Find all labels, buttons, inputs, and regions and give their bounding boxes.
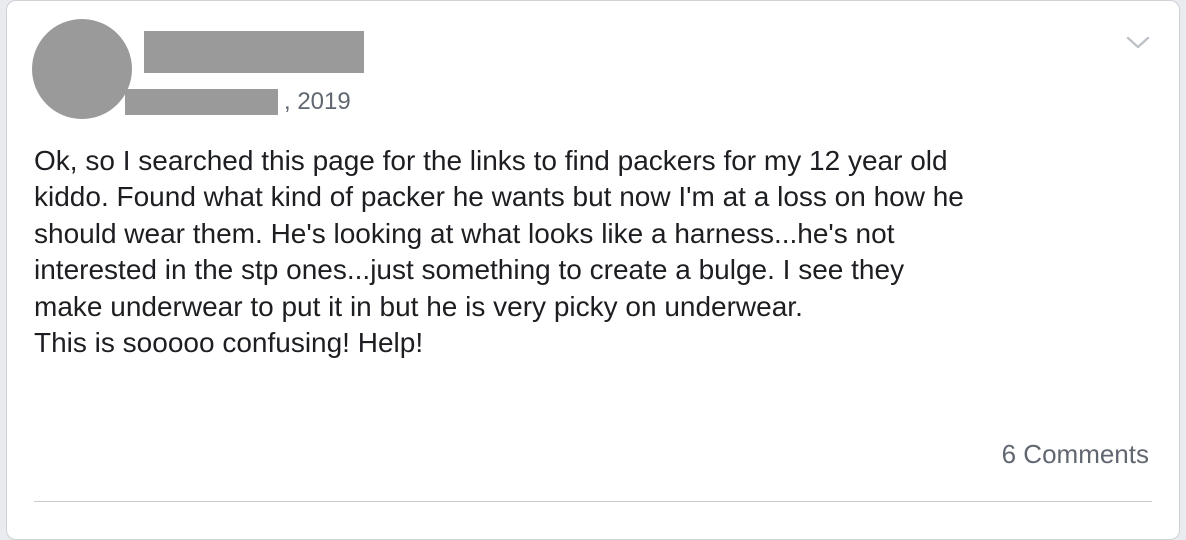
post-card: , 2019 Ok, so I searched this page for t… — [6, 0, 1180, 540]
comments-link[interactable]: 6 Comments — [1002, 439, 1149, 470]
post-text-line: This is sooooo confusing! Help! — [34, 327, 424, 359]
avatar-redacted[interactable] — [32, 19, 132, 119]
post-text-line: interested in the stp ones...just someth… — [34, 254, 905, 286]
chevron-down-icon — [1126, 36, 1150, 49]
date-redacted[interactable] — [125, 89, 278, 115]
divider — [34, 501, 1152, 502]
post-body: Ok, so I searched this page for the link… — [34, 143, 1134, 361]
post-text-line: make underwear to put it in but he is ve… — [34, 290, 803, 322]
post-text-line: Ok, so I searched this page for the link… — [34, 145, 948, 176]
post-menu-button[interactable] — [1125, 33, 1151, 53]
date-year: , 2019 — [284, 88, 351, 115]
post-timestamp: , 2019 — [125, 87, 351, 117]
post-text-line: should wear them. He's looking at what l… — [34, 217, 895, 249]
post-text-line: kiddo. Found what kind of packer he want… — [34, 181, 964, 213]
author-name-redacted[interactable] — [144, 31, 364, 73]
